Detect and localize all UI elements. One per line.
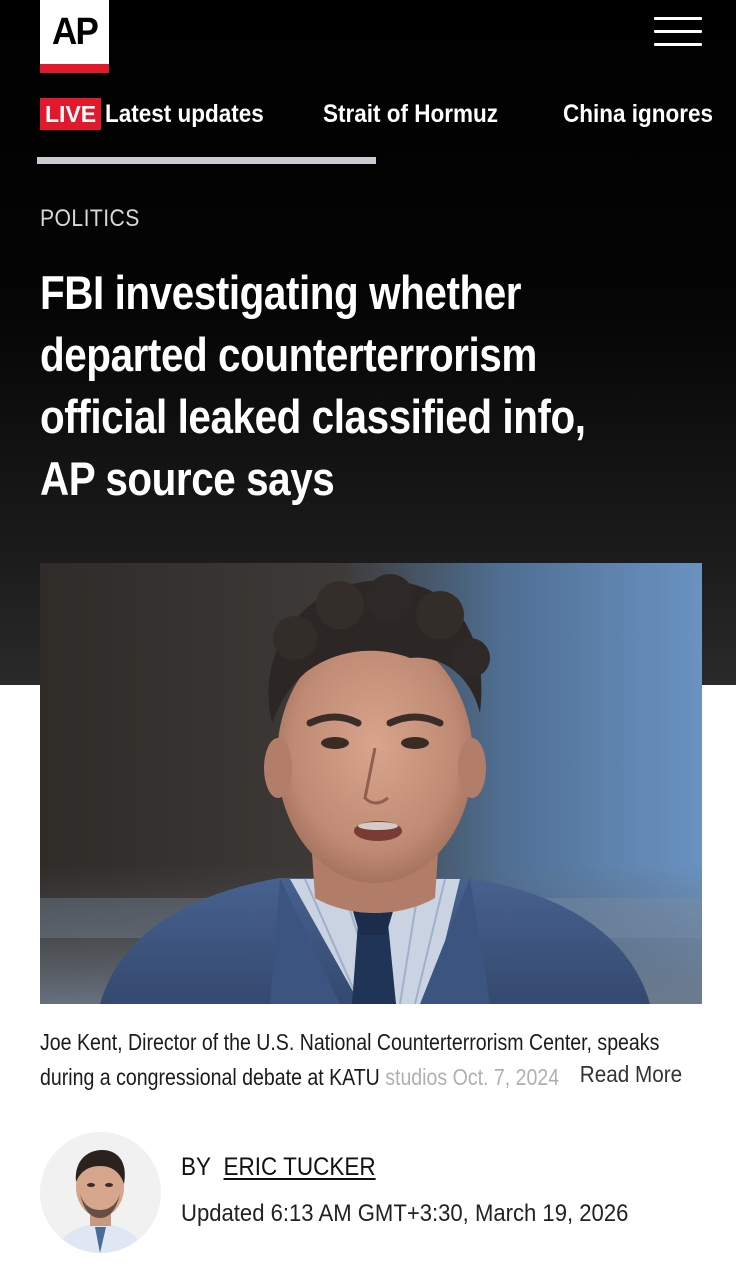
hamburger-menu-icon[interactable]	[650, 14, 706, 50]
headline-line: departed counterterrorism	[40, 328, 537, 381]
menu-bar	[654, 43, 702, 46]
author-avatar[interactable]	[40, 1132, 161, 1253]
caption-line: Joe Kent, Director of the U.S. National …	[40, 1029, 660, 1055]
menu-bar	[654, 17, 702, 20]
topic-nav: Latest updates Strait of Hormuz China ig…	[0, 93, 736, 135]
ap-logo[interactable]: AP	[40, 0, 109, 73]
author-avatar-illustration	[40, 1132, 161, 1253]
byline: BY ERIC TUCKER	[181, 1153, 376, 1182]
headline-line: FBI investigating whether	[40, 266, 522, 319]
logo-red-bar	[40, 64, 109, 73]
nav-item-strait-of-hormuz[interactable]: Strait of Hormuz	[323, 93, 498, 135]
read-more-link[interactable]: Read More	[578, 1058, 683, 1090]
article-headline: FBI investigating whether departed count…	[40, 262, 694, 510]
menu-bar	[654, 30, 702, 33]
photo-caption: Joe Kent, Director of the U.S. National …	[40, 1025, 669, 1095]
nav-active-indicator	[37, 157, 376, 164]
updated-timestamp: Updated 6:13 AM GMT+3:30, March 19, 2026	[181, 1200, 629, 1227]
nav-item-latest-updates[interactable]: Latest updates	[105, 93, 264, 135]
byline-prefix: BY	[181, 1153, 212, 1181]
author-link[interactable]: ERIC TUCKER	[224, 1153, 376, 1181]
caption-line: during a congressional debate at KATU st…	[40, 1060, 669, 1095]
section-label[interactable]: POLITICS	[40, 205, 140, 233]
lead-photo[interactable]	[40, 563, 702, 1004]
lead-photo-illustration	[40, 563, 702, 1004]
headline-line: AP source says	[40, 452, 335, 505]
caption-faded-text: studios Oct. 7, 2024	[385, 1064, 560, 1090]
nav-item-china-ignores[interactable]: China ignores	[563, 93, 713, 135]
headline-line: official leaked classified info,	[40, 390, 586, 443]
caption-text: during a congressional debate at KATU	[40, 1064, 386, 1090]
logo-text: AP	[52, 11, 99, 53]
